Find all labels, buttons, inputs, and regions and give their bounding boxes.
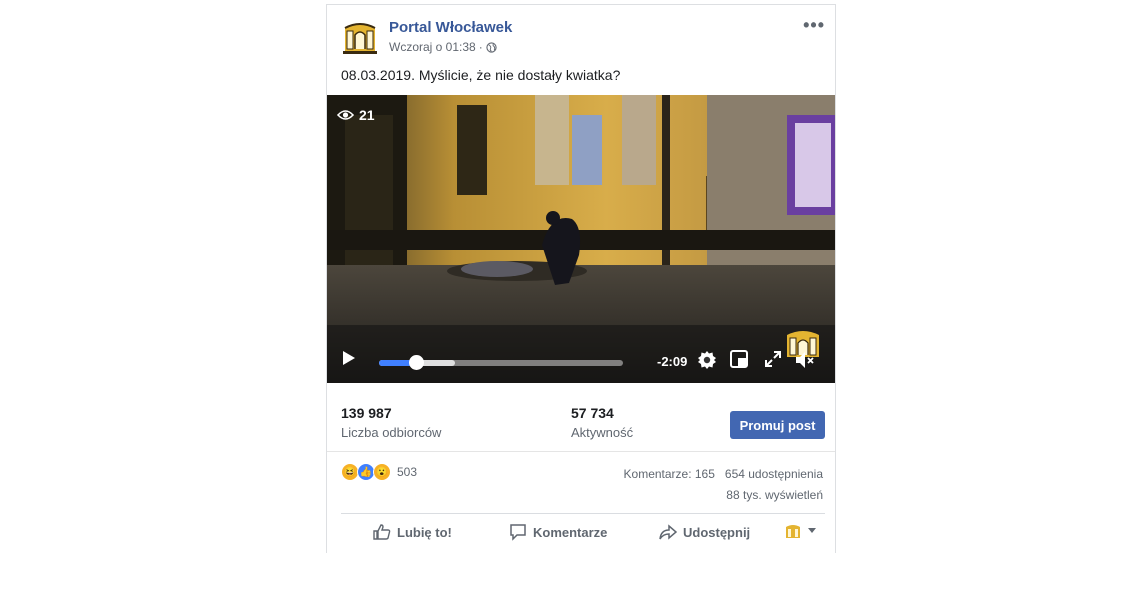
reaction-count: 503 — [397, 465, 418, 479]
video-frame — [327, 95, 835, 383]
views-count: 88 tys. wyświetleń — [726, 488, 823, 502]
post-card: Portal Włocławek Wczoraj o 01:38 · ••• 0… — [326, 4, 836, 553]
divider — [327, 451, 835, 452]
comments-shares-count[interactable]: Komentarze: 165 654 udostępnienia — [624, 464, 823, 485]
comment-button[interactable]: Komentarze — [509, 523, 607, 541]
view-counter: 21 — [337, 107, 375, 123]
picture-in-picture-icon[interactable] — [730, 350, 748, 368]
reach-value: 139 987 — [341, 405, 392, 421]
eye-icon — [337, 110, 354, 120]
share-button[interactable]: Udostępnij — [659, 523, 750, 541]
mute-icon[interactable] — [794, 350, 816, 370]
like-label: Lubię to! — [397, 524, 452, 540]
more-options-icon[interactable]: ••• — [803, 15, 825, 36]
post-meta: Wczoraj o 01:38 · — [389, 40, 497, 54]
post-counts: Komentarze: 165 654 udostępnienia 88 tys… — [624, 464, 823, 506]
reach-label: Liczba odbiorców — [341, 425, 442, 440]
promote-post-button[interactable]: Promuj post — [730, 411, 825, 439]
wow-icon: 😮 — [373, 463, 391, 481]
progress-scrubber[interactable] — [408, 355, 424, 370]
engagement-label: Aktywność — [571, 425, 634, 440]
chevron-down-icon — [808, 528, 816, 533]
post-caption: 08.03.2019. Myślicie, że nie dostały kwi… — [341, 67, 621, 83]
engagement-value: 57 734 — [571, 405, 614, 421]
thumbs-up-icon — [373, 524, 391, 540]
share-icon — [659, 524, 677, 540]
reach-stat: 139 987 Liczba odbiorców — [341, 405, 441, 440]
page-avatar[interactable] — [341, 18, 379, 56]
post-insights: 139 987 Liczba odbiorców 57 734 Aktywnoś… — [341, 405, 825, 449]
action-bar: Lubię to! Komentarze Udostępnij — [341, 519, 825, 551]
post-as-selector[interactable] — [785, 523, 817, 539]
video-controls: -2:09 — [327, 341, 835, 379]
share-label: Udostępnij — [683, 524, 751, 540]
globe-icon — [486, 41, 497, 53]
video-player[interactable]: 21 -2:09 — [327, 95, 835, 383]
play-icon[interactable] — [341, 349, 357, 367]
page-avatar-small-icon — [786, 525, 800, 538]
comment-icon — [510, 524, 526, 541]
gear-icon[interactable] — [697, 350, 717, 370]
post-timestamp[interactable]: Wczoraj o 01:38 — [389, 40, 476, 54]
fullscreen-icon[interactable] — [764, 350, 782, 368]
view-count: 21 — [359, 107, 375, 123]
reactions-summary[interactable]: 😆 👍 😮 503 — [341, 463, 417, 481]
page-name-link[interactable]: Portal Włocławek — [389, 19, 512, 36]
time-remaining: -2:09 — [657, 354, 688, 369]
like-button[interactable]: Lubię to! — [373, 523, 452, 541]
progress-bar[interactable] — [379, 355, 623, 370]
divider — [341, 513, 825, 514]
engagement-stat: 57 734 Aktywność — [571, 405, 633, 440]
meta-separator: · — [478, 40, 483, 54]
post-header: Portal Włocławek Wczoraj o 01:38 · ••• — [341, 15, 831, 59]
comment-label: Komentarze — [533, 524, 608, 540]
